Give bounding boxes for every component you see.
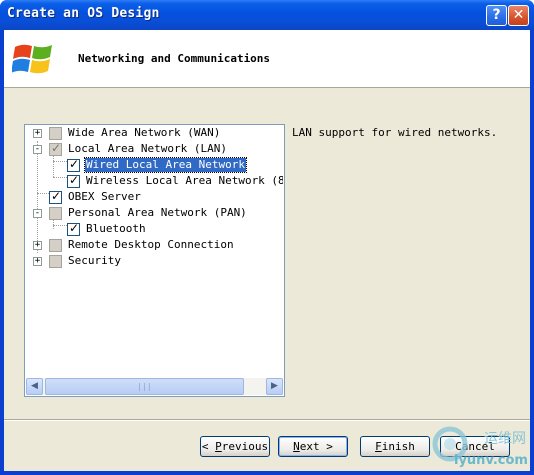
tree-item-wired-lan[interactable]: ✓ Wired Local Area Network <box>25 157 283 173</box>
finish-button-label: inish <box>381 440 415 453</box>
finish-button-accelerator: F <box>375 440 382 453</box>
tree-item-lan[interactable]: - ✓ Local Area Network (LAN) <box>25 141 283 157</box>
scroll-thumb[interactable]: ||| <box>45 378 244 395</box>
expand-icon[interactable]: + <box>33 129 42 138</box>
tree-item-label: Wide Area Network (WAN) <box>68 126 221 139</box>
previous-button[interactable]: < Previous <box>200 436 270 457</box>
site-watermark: 运维网 iyunv.com <box>432 426 528 468</box>
feature-description: LAN support for wired networks. <box>292 126 498 139</box>
tree-item-label: Bluetooth <box>86 222 146 235</box>
check-mark-icon: ✓ <box>51 189 62 203</box>
previous-button-label: revious <box>221 440 269 453</box>
expand-icon[interactable]: + <box>33 257 42 266</box>
checkbox[interactable]: ✓ <box>67 173 80 188</box>
next-button-label: ext > <box>299 440 333 453</box>
close-button[interactable]: ✕ <box>508 5 529 26</box>
tree-item-label: Security <box>68 254 121 267</box>
scroll-right-button[interactable]: ▶ <box>266 378 283 395</box>
collapse-icon[interactable]: - <box>33 209 42 218</box>
checkbox[interactable] <box>49 207 62 220</box>
wizard-header: Networking and Communications <box>4 30 530 88</box>
checkbox[interactable] <box>49 239 62 252</box>
tree-item-obex-server[interactable]: ✓ OBEX Server <box>25 189 283 205</box>
watermark-url-text: iyunv.com <box>454 453 528 468</box>
checkbox[interactable]: ✓ <box>67 221 80 236</box>
expand-icon[interactable]: + <box>33 241 42 250</box>
next-button[interactable]: Next > <box>278 436 348 457</box>
title-bar[interactable]: Create an OS Design ? ✕ <box>0 0 534 30</box>
checkbox[interactable]: ✓ <box>49 141 62 156</box>
tree-item-label: OBEX Server <box>68 190 141 203</box>
feature-tree[interactable]: + Wide Area Network (WAN) - ✓ Local Area… <box>24 124 285 397</box>
checkbox[interactable]: ✓ <box>49 189 62 204</box>
page-title: Networking and Communications <box>78 52 271 65</box>
checkbox[interactable] <box>49 255 62 268</box>
tree-item-label: Wireless Local Area Network (802. <box>86 174 283 187</box>
collapse-icon[interactable]: - <box>33 145 42 154</box>
help-button[interactable]: ? <box>486 5 507 26</box>
scroll-left-button[interactable]: ◀ <box>26 378 43 395</box>
tree-item-label: Personal Area Network (PAN) <box>68 206 247 219</box>
check-mark-icon: ✓ <box>69 157 80 171</box>
checkbox[interactable] <box>49 127 62 140</box>
tree-item-label: Wired Local Area Network <box>84 157 247 173</box>
check-mark-icon: ✓ <box>69 173 80 187</box>
tree-item-pan[interactable]: - Personal Area Network (PAN) <box>25 205 283 221</box>
finish-button[interactable]: Finish <box>360 436 430 457</box>
tree-item-wan[interactable]: + Wide Area Network (WAN) <box>25 125 283 141</box>
tree-item-security[interactable]: + Security <box>25 253 283 269</box>
checkbox[interactable]: ✓ <box>67 157 80 172</box>
next-button-accelerator: N <box>293 440 300 453</box>
tree-item-bluetooth[interactable]: ✓ Bluetooth <box>25 221 283 237</box>
windows-logo-icon <box>12 44 52 74</box>
check-mark-icon: ✓ <box>69 221 80 235</box>
tree-item-remote-desktop[interactable]: + Remote Desktop Connection <box>25 237 283 253</box>
check-mark-icon: ✓ <box>51 141 62 155</box>
previous-button-prefix: < <box>201 440 216 453</box>
watermark-main-text: 运维网 <box>484 431 526 447</box>
window-title: Create an OS Design <box>7 6 160 21</box>
tree-item-label: Remote Desktop Connection <box>68 238 234 251</box>
tree-item-wireless-lan[interactable]: ✓ Wireless Local Area Network (802. <box>25 173 283 189</box>
tree-item-label: Local Area Network (LAN) <box>68 142 227 155</box>
horizontal-scrollbar[interactable]: ◀ ||| ▶ <box>26 378 283 395</box>
previous-button-accelerator: P <box>215 440 222 453</box>
dialog-window: Create an OS Design ? ✕ Networking and C… <box>0 0 534 475</box>
